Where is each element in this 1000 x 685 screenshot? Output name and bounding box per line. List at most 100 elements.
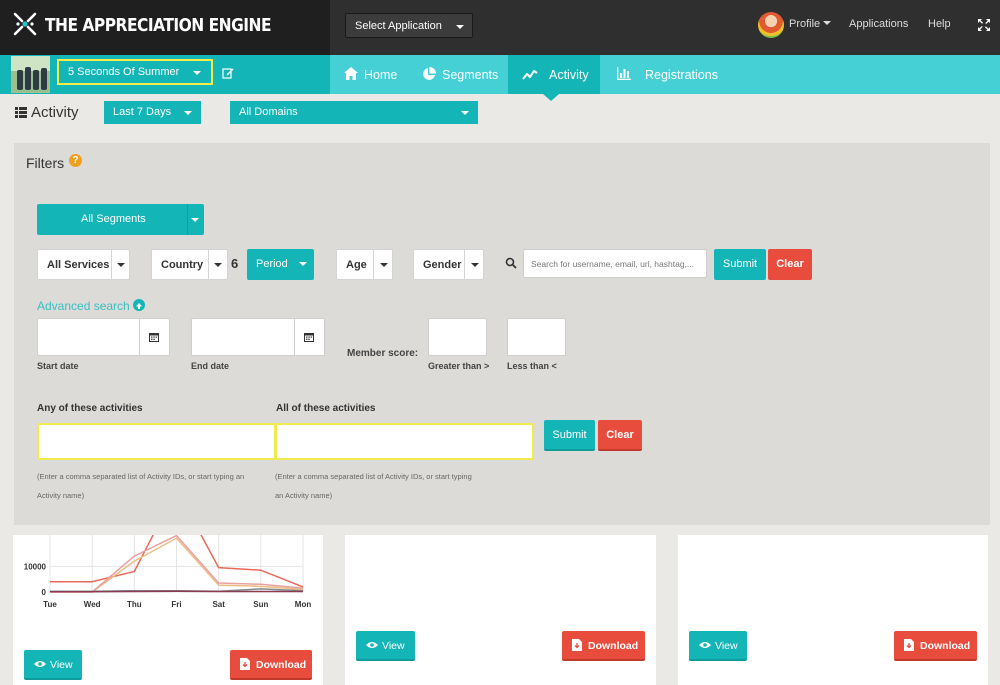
services-dropdown[interactable]: All Services bbox=[37, 249, 130, 280]
y-tick-label: 0 bbox=[42, 588, 47, 597]
brand[interactable]: THE APPRECIATION ENGINE bbox=[0, 0, 330, 55]
artist-select[interactable]: 5 Seconds Of Summer bbox=[57, 59, 213, 85]
download-button[interactable]: Download bbox=[230, 650, 312, 680]
date-range-label: Last 7 Days bbox=[113, 106, 172, 118]
search-submit-button[interactable]: Submit bbox=[714, 249, 766, 280]
avatar[interactable] bbox=[758, 12, 784, 38]
age-dropdown[interactable]: Age bbox=[336, 249, 393, 280]
chevron-down-icon bbox=[456, 25, 464, 29]
tab-activity[interactable]: Activity bbox=[508, 55, 600, 94]
bar-chart-icon bbox=[617, 67, 631, 80]
any-activities-input[interactable] bbox=[37, 423, 276, 460]
artist-thumbnail bbox=[11, 56, 50, 93]
search-input[interactable]: Search for username, email, url, hashtag… bbox=[523, 249, 707, 278]
domain-label: All Domains bbox=[239, 106, 298, 118]
calendar-button[interactable] bbox=[294, 319, 324, 355]
home-icon bbox=[344, 67, 358, 80]
calendar-icon bbox=[149, 333, 159, 342]
start-date-input[interactable] bbox=[37, 318, 170, 356]
advanced-search-link[interactable]: Advanced search bbox=[37, 299, 130, 313]
x-tick-label: Mon bbox=[295, 600, 312, 609]
file-download-icon bbox=[240, 658, 250, 670]
segments-label: All Segments bbox=[81, 213, 146, 225]
tab-registrations-label: Registrations bbox=[645, 68, 718, 82]
activities-submit-button[interactable]: Submit bbox=[544, 420, 595, 451]
pie-chart-icon bbox=[423, 67, 436, 80]
less-than-label: Less than < bbox=[507, 361, 557, 371]
chart-card: View Download bbox=[345, 535, 656, 685]
view-button[interactable]: View bbox=[689, 631, 747, 661]
score-less-input[interactable] bbox=[507, 318, 566, 356]
chevron-down-icon bbox=[184, 111, 192, 115]
end-date-input[interactable] bbox=[191, 318, 325, 356]
y-tick-label: 10000 bbox=[24, 562, 47, 571]
any-activities-label: Any of these activities bbox=[37, 403, 143, 414]
download-label: Download bbox=[588, 640, 639, 652]
page-title-label: Activity bbox=[31, 104, 79, 121]
country-label: Country bbox=[161, 259, 204, 271]
help-icon[interactable]: ? bbox=[69, 154, 82, 167]
chevron-down-icon bbox=[823, 21, 832, 25]
end-date-label: End date bbox=[191, 361, 230, 371]
view-label: View bbox=[382, 640, 405, 652]
segments-dropdown[interactable]: All Segments bbox=[37, 204, 204, 235]
applications-link[interactable]: Applications bbox=[849, 18, 908, 30]
application-select[interactable]: Select Application bbox=[345, 13, 473, 38]
tab-segments-label: Segments bbox=[442, 68, 499, 82]
tab-home[interactable]: Home bbox=[344, 55, 424, 94]
download-button[interactable]: Download bbox=[894, 631, 977, 661]
download-button[interactable]: Download bbox=[562, 631, 645, 661]
chevron-down-icon bbox=[214, 263, 222, 267]
gender-dropdown[interactable]: Gender bbox=[413, 249, 484, 280]
series-line-4 bbox=[50, 590, 303, 593]
period-dropdown[interactable]: Period bbox=[247, 249, 314, 280]
calendar-button[interactable] bbox=[139, 319, 169, 355]
x-tick-label: Sun bbox=[253, 600, 268, 609]
start-date-label: Start date bbox=[37, 361, 79, 371]
tab-segments[interactable]: Segments bbox=[422, 55, 512, 94]
any-activities-hint: (Enter a comma separated list of Activit… bbox=[37, 472, 245, 500]
greater-than-label: Greater than > bbox=[428, 361, 490, 371]
date-range-select[interactable]: Last 7 Days bbox=[104, 101, 201, 124]
chevron-down-icon bbox=[193, 71, 201, 75]
artist-select-label: 5 Seconds Of Summer bbox=[68, 66, 180, 78]
view-label: View bbox=[715, 640, 738, 652]
application-select-label: Select Application bbox=[355, 20, 442, 32]
country-dropdown[interactable]: Country bbox=[151, 249, 228, 280]
eye-icon bbox=[699, 642, 711, 648]
chevron-down-icon bbox=[380, 263, 388, 267]
tab-home-label: Home bbox=[364, 68, 398, 82]
edit-icon[interactable] bbox=[222, 67, 234, 79]
all-activities-input[interactable] bbox=[275, 423, 534, 460]
profile-menu[interactable]: Profile bbox=[789, 18, 832, 30]
search-clear-button[interactable]: Clear bbox=[768, 249, 812, 280]
x-tick-label: Fri bbox=[171, 600, 181, 609]
expand-icon[interactable] bbox=[977, 18, 991, 32]
member-score-label: Member score: bbox=[347, 348, 419, 359]
file-download-icon bbox=[904, 639, 914, 651]
domain-select[interactable]: All Domains bbox=[230, 101, 478, 124]
all-activities-label: All of these activities bbox=[276, 403, 376, 414]
profile-label: Profile bbox=[789, 18, 821, 30]
view-button[interactable]: View bbox=[24, 650, 82, 680]
age-label: Age bbox=[346, 259, 367, 271]
activity-chart: 10000 0 Tue Wed Thu Fri Sat Sun Mon bbox=[24, 535, 312, 609]
arrow-up-icon[interactable] bbox=[133, 299, 145, 311]
tab-registrations[interactable]: Registrations bbox=[617, 55, 727, 94]
period-label: Period bbox=[256, 258, 288, 270]
all-activities-hint: (Enter a comma separated list of Activit… bbox=[275, 472, 472, 500]
score-greater-input[interactable] bbox=[428, 318, 487, 356]
gender-label: Gender bbox=[423, 259, 462, 271]
chevron-down-icon bbox=[191, 218, 199, 222]
view-label: View bbox=[50, 659, 73, 671]
logo-icon bbox=[13, 12, 37, 36]
x-tick-label: Tue bbox=[43, 600, 57, 609]
x-tick-label: Thu bbox=[127, 600, 142, 609]
view-button[interactable]: View bbox=[356, 631, 415, 661]
download-label: Download bbox=[256, 659, 307, 671]
chevron-down-icon bbox=[299, 262, 307, 266]
country-count: 6 bbox=[231, 256, 239, 271]
chevron-down-icon bbox=[117, 263, 125, 267]
activities-clear-button[interactable]: Clear bbox=[598, 420, 642, 451]
help-link[interactable]: Help bbox=[928, 18, 951, 30]
